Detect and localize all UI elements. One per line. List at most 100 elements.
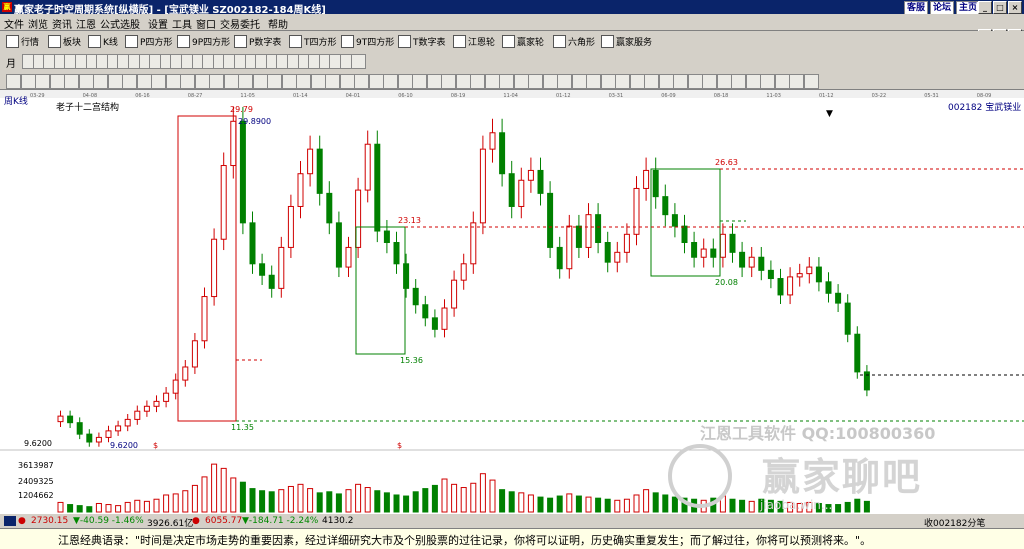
candle-body xyxy=(796,273,803,278)
indicator-label: 老子十二宫结构 xyxy=(56,101,119,113)
menu-gann[interactable]: 江恩 xyxy=(76,16,96,31)
analysis-tool-icon[interactable] xyxy=(702,74,717,89)
analysis-tool-icon[interactable] xyxy=(644,74,659,89)
menu-formula[interactable]: 公式选股 xyxy=(100,16,140,31)
link-forum[interactable]: 论坛 xyxy=(929,1,954,15)
analysis-tool-icon[interactable] xyxy=(354,74,369,89)
tool-9t-square[interactable]: 9T四方形 xyxy=(341,34,394,48)
analysis-tool-icon[interactable] xyxy=(789,74,804,89)
analysis-tool-icon[interactable] xyxy=(615,74,630,89)
tool-service[interactable]: 赢家服务 xyxy=(601,34,652,48)
quote-bar: 江恩经典语录："时间是决定市场走势的重要因素，经过详细研究大市及个别股票的过往记… xyxy=(0,528,1024,549)
analysis-tool-icon[interactable] xyxy=(484,74,500,89)
menu-browse[interactable]: 浏览 xyxy=(28,16,48,31)
analysis-tool-icon[interactable] xyxy=(586,74,601,89)
analysis-tool-icon[interactable] xyxy=(426,74,442,89)
analysis-tool-icon[interactable] xyxy=(49,74,65,89)
analysis-tool-icon[interactable] xyxy=(441,74,456,89)
analysis-tool-icon[interactable] xyxy=(6,74,21,89)
menu-help[interactable]: 帮助 xyxy=(268,16,288,31)
analysis-tool-icon[interactable] xyxy=(223,74,239,89)
annotation-high: 29.79 xyxy=(230,105,253,114)
link-home[interactable]: 主页 xyxy=(955,1,980,15)
menu-tools[interactable]: 工具 xyxy=(172,16,192,31)
tool-p-table[interactable]: P数字表 xyxy=(234,34,281,48)
analysis-tool-icon[interactable] xyxy=(731,74,746,89)
tool-gann-wheel[interactable]: 江恩轮 xyxy=(453,34,495,48)
date-tick: 03-31 xyxy=(609,93,624,99)
analysis-tool-icon[interactable] xyxy=(658,74,674,89)
analysis-tool-icon[interactable] xyxy=(513,74,529,89)
menu-settings[interactable]: 设置 xyxy=(148,16,168,31)
analysis-tool-icon[interactable] xyxy=(557,74,572,89)
analysis-tool-icon[interactable] xyxy=(252,74,268,89)
analysis-tool-icon[interactable] xyxy=(78,74,94,89)
tool-9p-square[interactable]: 9P四方形 xyxy=(177,34,230,48)
analysis-tool-icon[interactable] xyxy=(310,74,326,89)
analysis-tool-icon[interactable] xyxy=(107,74,123,89)
analysis-tool-icon[interactable] xyxy=(412,74,427,89)
candle-body xyxy=(806,266,813,275)
p-table-icon xyxy=(234,34,247,48)
analysis-tool-icon[interactable] xyxy=(687,74,703,89)
analysis-tool-icon[interactable] xyxy=(397,74,413,89)
volume-bar xyxy=(844,501,851,513)
analysis-tool-icon[interactable] xyxy=(600,74,616,89)
analysis-tool-icon[interactable] xyxy=(180,74,195,89)
draw-tool-icon[interactable] xyxy=(350,54,366,69)
analysis-tool-icon[interactable] xyxy=(339,74,355,89)
analysis-tool-icon[interactable] xyxy=(716,74,732,89)
analysis-tool-icon[interactable] xyxy=(542,74,558,89)
analysis-tool-icon[interactable] xyxy=(760,74,775,89)
analysis-tool-icon[interactable] xyxy=(194,74,210,89)
analysis-tool-icon[interactable] xyxy=(93,74,108,89)
tool-quote[interactable]: 行情 xyxy=(6,34,39,48)
analysis-tool-icon[interactable] xyxy=(629,74,645,89)
tool-kline[interactable]: K线 xyxy=(88,34,118,48)
analysis-tool-icon[interactable] xyxy=(455,74,471,89)
candle-body xyxy=(681,225,688,244)
analysis-tool-icon[interactable] xyxy=(803,74,819,89)
tool-sector[interactable]: 板块 xyxy=(48,34,81,48)
close-icon[interactable]: × xyxy=(1008,1,1022,14)
analysis-tool-icon[interactable] xyxy=(296,74,311,89)
analysis-tool-icon[interactable] xyxy=(368,74,384,89)
menu-window[interactable]: 窗口 xyxy=(196,16,216,31)
analysis-tool-icon[interactable] xyxy=(325,74,340,89)
analysis-tool-icon[interactable] xyxy=(745,74,761,89)
minimize-icon[interactable]: _ xyxy=(978,1,992,14)
menu-info[interactable]: 资讯 xyxy=(52,16,72,31)
analysis-tool-icon[interactable] xyxy=(528,74,543,89)
marker-icon: $ xyxy=(397,441,402,450)
analysis-tool-icon[interactable] xyxy=(165,74,181,89)
volume-bar xyxy=(259,490,266,513)
analysis-tool-icon[interactable] xyxy=(470,74,485,89)
analysis-tool-icon[interactable] xyxy=(20,74,36,89)
analysis-tool-icon[interactable] xyxy=(238,74,253,89)
analysis-tool-icon[interactable] xyxy=(136,74,152,89)
tool-t-square[interactable]: T四方形 xyxy=(289,34,337,48)
tool-winner-wheel[interactable]: 赢家轮 xyxy=(502,34,544,48)
analysis-tool-icon[interactable] xyxy=(499,74,514,89)
tool-t-table[interactable]: T数字表 xyxy=(398,34,446,48)
tool-p-square[interactable]: P四方形 xyxy=(125,34,172,48)
analysis-tool-icon[interactable] xyxy=(383,74,398,89)
analysis-tool-icon[interactable] xyxy=(281,74,297,89)
period-select[interactable]: 月 xyxy=(6,55,16,70)
maximize-icon[interactable]: □ xyxy=(993,1,1007,14)
volume-bar xyxy=(124,501,131,513)
analysis-tool-icon[interactable] xyxy=(122,74,137,89)
menu-trade[interactable]: 交易委托 xyxy=(220,16,260,31)
candle-body xyxy=(67,415,74,424)
analysis-tool-icon[interactable] xyxy=(209,74,224,89)
analysis-tool-icon[interactable] xyxy=(673,74,688,89)
analysis-tool-icon[interactable] xyxy=(571,74,587,89)
analysis-tool-icon[interactable] xyxy=(774,74,790,89)
menu-file[interactable]: 文件 xyxy=(4,16,24,31)
analysis-tool-icon[interactable] xyxy=(151,74,166,89)
analysis-tool-icon[interactable] xyxy=(35,74,50,89)
link-service[interactable]: 客服 xyxy=(903,1,928,15)
tool-hexagon[interactable]: 六角形 xyxy=(553,34,595,48)
analysis-tool-icon[interactable] xyxy=(267,74,282,89)
analysis-tool-icon[interactable] xyxy=(64,74,79,89)
